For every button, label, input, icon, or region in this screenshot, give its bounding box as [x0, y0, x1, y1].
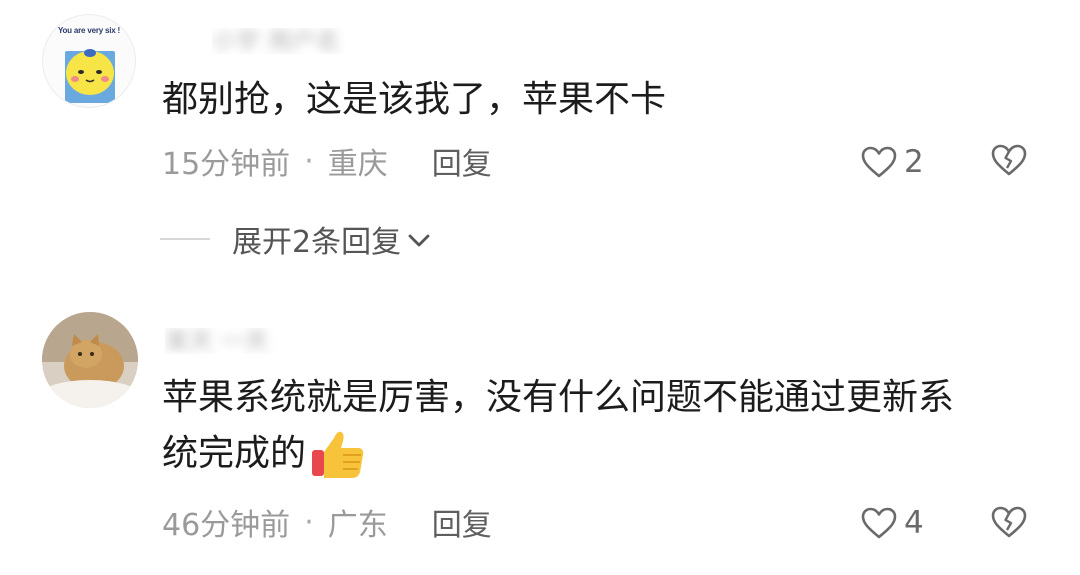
- avatar[interactable]: You are very six !: [42, 14, 136, 108]
- heart-outline-icon: [861, 507, 897, 539]
- location: 重庆: [327, 147, 388, 182]
- divider-line: [160, 238, 210, 240]
- comment-item: You are very six ! 小宇 用户名 都别抢，这是该我了，苹果不卡…: [0, 0, 1080, 300]
- timestamp: 15分钟前: [162, 147, 291, 182]
- broken-heart-icon: [991, 506, 1027, 538]
- timestamp: 46分钟前: [162, 508, 291, 543]
- username[interactable]: 某天 一天: [165, 328, 335, 354]
- cat-photo-image: [42, 312, 138, 408]
- avatar-caption: You are very six !: [57, 26, 121, 35]
- dislike-button[interactable]: [990, 143, 1028, 181]
- reply-button[interactable]: 回复: [432, 500, 492, 544]
- like-button[interactable]: 4: [860, 502, 924, 544]
- comment-text-line-1: 苹果系统就是厉害，没有什么问题不能通过更新系: [162, 377, 955, 418]
- like-count: 4: [904, 505, 924, 541]
- heart-outline-icon: [861, 146, 897, 178]
- comment-text-line-2-text: 统完成的: [162, 433, 307, 474]
- comment-meta: 15分钟前 · 重庆 回复: [162, 139, 492, 183]
- comments-page: You are very six ! 小宇 用户名 都别抢，这是该我了，苹果不卡…: [0, 0, 1080, 575]
- thumbs-up-emoji: [312, 431, 364, 478]
- reply-button[interactable]: 回复: [432, 139, 492, 183]
- like-button[interactable]: 2: [860, 141, 924, 183]
- comment-text: 都别抢，这是该我了，苹果不卡: [162, 79, 667, 120]
- location: 广东: [327, 508, 388, 543]
- chevron-down-icon: [408, 234, 430, 247]
- comment-item: 某天 一天 苹果系统就是厉害，没有什么问题不能通过更新系 统完成的 46分钟前 …: [0, 300, 1080, 575]
- comment-text-line-2: 统完成的: [162, 426, 366, 482]
- username[interactable]: 小宇 用户名: [212, 28, 467, 54]
- avatar[interactable]: [42, 312, 138, 408]
- dislike-button[interactable]: [990, 505, 1028, 543]
- comment-meta: 46分钟前 · 广东 回复: [162, 500, 492, 544]
- expand-replies-button[interactable]: 展开2条回复: [160, 218, 431, 260]
- broken-heart-icon: [991, 144, 1027, 176]
- separator-dot: ·: [304, 143, 314, 179]
- like-count: 2: [904, 144, 924, 180]
- expand-replies-label: 展开2条回复: [232, 225, 402, 260]
- separator-dot: ·: [304, 504, 314, 540]
